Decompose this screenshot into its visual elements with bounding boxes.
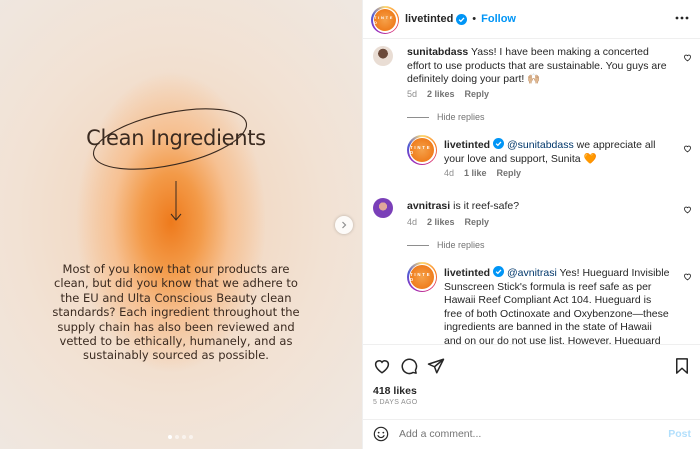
- verified-badge-icon: [456, 13, 468, 25]
- add-comment-bar: Post: [363, 419, 700, 449]
- slide-body-text: Most of you know that our products are c…: [52, 262, 300, 363]
- verified-badge-icon: [493, 138, 505, 149]
- comment-username[interactable]: sunitabdass: [407, 46, 468, 58]
- comment-username[interactable]: avnitrasi: [407, 200, 450, 212]
- post-image: Clean Ingredients Most of you know that …: [0, 0, 362, 449]
- reply-text: livetinted @sunitabdass we appreciate al…: [444, 138, 656, 165]
- hide-replies-button[interactable]: Hide replies: [407, 112, 485, 122]
- reply-author-avatar[interactable]: T I N T E D: [407, 262, 437, 292]
- comment-likes[interactable]: 2 likes: [427, 89, 455, 99]
- bookmark-icon[interactable]: [673, 357, 691, 375]
- reply-username[interactable]: livetinted: [444, 139, 490, 151]
- like-comment-icon[interactable]: [683, 53, 692, 62]
- commenter-avatar[interactable]: [373, 198, 393, 218]
- post-comment-button[interactable]: Post: [668, 428, 691, 440]
- heart-icon[interactable]: [373, 357, 391, 375]
- reply-button[interactable]: Reply: [497, 168, 522, 178]
- comment-text: avnitrasi is it reef-safe?: [407, 200, 520, 212]
- next-slide-button[interactable]: [335, 216, 353, 234]
- follow-button[interactable]: Follow: [481, 13, 516, 25]
- post-detail-panel: T I N T E D livetinted • Follow sunitabd…: [362, 0, 700, 449]
- reply-button[interactable]: Reply: [465, 89, 490, 99]
- header-separator: •: [472, 13, 477, 25]
- add-comment-input[interactable]: [399, 428, 639, 440]
- comment-text: sunitabdass Yass! I have been making a c…: [407, 46, 667, 86]
- carousel-dot: [175, 435, 179, 439]
- post-time-ago: 5 DAYS AGO: [373, 399, 418, 406]
- carousel-dot: [189, 435, 193, 439]
- slide-title: Clean Ingredients: [86, 126, 266, 150]
- reply-username[interactable]: livetinted: [444, 267, 490, 279]
- comment-likes[interactable]: 2 likes: [427, 217, 455, 227]
- more-options-icon[interactable]: [674, 13, 690, 23]
- comments-list: sunitabdass Yass! I have been making a c…: [363, 40, 700, 344]
- reply-author-avatar[interactable]: T I N T E D: [407, 135, 437, 165]
- reply-meta: 4d 1 like Reply: [444, 168, 521, 178]
- down-arrow-icon: [170, 181, 182, 221]
- reply-button[interactable]: Reply: [465, 217, 490, 227]
- post-actions: 418 likes 5 DAYS AGO: [363, 344, 700, 419]
- author-username[interactable]: livetinted: [405, 13, 453, 25]
- comment-meta: 5d 2 likes Reply: [407, 89, 489, 99]
- comment-icon[interactable]: [400, 357, 418, 375]
- mention-link[interactable]: @avnitrasi: [507, 267, 557, 279]
- author-avatar[interactable]: T I N T E D: [371, 6, 399, 34]
- like-comment-icon[interactable]: [683, 205, 692, 214]
- comment-meta: 4d 2 likes Reply: [407, 217, 489, 227]
- like-comment-icon[interactable]: [683, 144, 692, 153]
- hide-replies-line: [407, 116, 429, 118]
- mention-link[interactable]: @sunitabdass: [507, 139, 574, 151]
- reply-age: 4d: [444, 168, 455, 178]
- reply-text: livetinted @avnitrasi Yes! Hueguard Invi…: [444, 266, 670, 344]
- commenter-avatar[interactable]: [373, 46, 393, 66]
- carousel-dot: [168, 435, 172, 439]
- chevron-right-icon: [342, 221, 347, 229]
- hide-replies-button[interactable]: Hide replies: [407, 240, 485, 250]
- carousel-dots: [168, 435, 193, 439]
- likes-count[interactable]: 418 likes: [373, 385, 417, 397]
- like-comment-icon[interactable]: [683, 272, 692, 281]
- comment-age: 5d: [407, 89, 418, 99]
- hide-replies-line: [407, 244, 429, 246]
- comment-age: 4d: [407, 217, 418, 227]
- emoji-icon[interactable]: [373, 426, 389, 442]
- carousel-dot: [182, 435, 186, 439]
- reply-likes[interactable]: 1 like: [464, 168, 487, 178]
- verified-badge-icon: [493, 266, 505, 277]
- share-icon[interactable]: [427, 357, 445, 375]
- post-header: T I N T E D livetinted • Follow: [363, 0, 700, 39]
